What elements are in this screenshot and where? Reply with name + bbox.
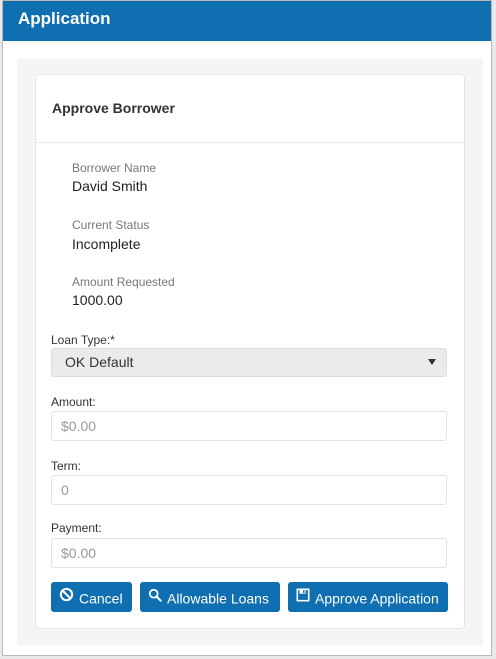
amount-placeholder: $0.00	[61, 418, 97, 434]
term-label: Term:	[51, 459, 81, 473]
borrower-name-label: Borrower Name	[72, 161, 157, 175]
payment-placeholder: $0.00	[61, 545, 97, 561]
amount-label: Amount:	[51, 395, 96, 409]
approve-application-button-label: Approve Application	[315, 590, 439, 607]
approve-application-button[interactable]: Approve Application	[288, 582, 448, 612]
borrower-name-value: David Smith	[72, 178, 148, 194]
cancel-button-label: Cancel	[79, 590, 123, 607]
amount-requested-label: Amount Requested	[72, 275, 175, 289]
allowable-loans-button-label: Allowable Loans	[167, 590, 269, 607]
approve-borrower-panel: Approve Borrower Borrower Name David Smi…	[35, 74, 465, 629]
amount-requested-value: 1000.00	[72, 292, 123, 308]
loan-type-selected-value: OK Default	[65, 354, 134, 370]
loan-type-select[interactable]: OK Default	[51, 348, 447, 377]
term-placeholder: 0	[61, 482, 69, 498]
term-input[interactable]: 0	[51, 475, 447, 505]
search-icon	[148, 582, 162, 612]
loan-type-label: Loan Type:*	[51, 333, 115, 347]
window-title: Application	[3, 1, 491, 41]
allowable-loans-button[interactable]: Allowable Loans	[140, 582, 280, 612]
panel-header: Approve Borrower	[36, 75, 464, 143]
panel-title: Approve Borrower	[52, 100, 175, 116]
payment-input[interactable]: $0.00	[51, 538, 447, 568]
amount-input[interactable]: $0.00	[51, 411, 447, 441]
caret-down-icon	[428, 359, 436, 365]
save-icon	[296, 582, 310, 612]
current-status-label: Current Status	[72, 218, 150, 232]
ban-icon	[59, 582, 74, 612]
cancel-button[interactable]: Cancel	[51, 582, 132, 612]
current-status-value: Incomplete	[72, 236, 141, 252]
application-dialog: Application Approve Borrower Borrower Na…	[2, 0, 492, 656]
payment-label: Payment:	[51, 521, 102, 535]
dialog-content: Approve Borrower Borrower Name David Smi…	[17, 59, 483, 645]
